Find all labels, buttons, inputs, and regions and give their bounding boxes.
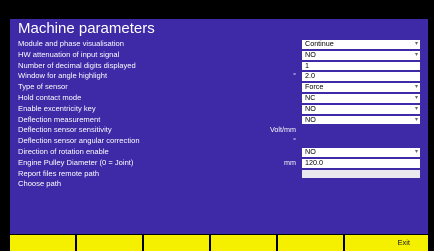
parameter-row: Module and phase visualisation Continue xyxy=(10,39,428,50)
angle-highlight-window-input[interactable]: 2.0 xyxy=(302,72,420,82)
exit-button[interactable]: Exit xyxy=(345,235,428,251)
parameter-label: Engine Pulley Diameter (0 = Joint) xyxy=(18,157,134,167)
parameter-label: HW attenuation of input signal xyxy=(18,49,120,59)
excentricity-key-dropdown[interactable]: NO xyxy=(302,104,420,114)
parameter-row: Deflection measurement NO xyxy=(10,115,428,126)
decimal-digits-input[interactable]: 1 xyxy=(302,61,420,71)
parameter-label: Module and phase visualisation xyxy=(18,39,124,48)
hold-contact-mode-dropdown[interactable]: NC xyxy=(302,93,420,103)
parameter-label: Deflection measurement xyxy=(18,114,101,124)
function-key-3[interactable] xyxy=(144,235,209,251)
parameter-label: Deflection sensor sensitivity xyxy=(18,125,112,135)
pulley-diameter-input[interactable]: 120.0 xyxy=(302,158,420,168)
function-key-bar: Exit xyxy=(10,235,428,251)
parameter-list: Module and phase visualisation Continue … xyxy=(10,39,428,190)
report-remote-path-input[interactable] xyxy=(302,169,420,179)
parameter-label: Direction of rotation enable xyxy=(18,146,109,156)
parameter-label: Deflection sensor angular correction xyxy=(18,136,140,146)
parameter-row: Number of decimal digits displayed 1 xyxy=(10,61,428,72)
choose-path-label[interactable]: Choose path xyxy=(18,179,61,190)
parameter-row: Hold contact mode NC xyxy=(10,93,428,104)
parameter-row: Type of sensor Force xyxy=(10,82,428,93)
parameter-label: Window for angle highlight xyxy=(18,71,108,81)
parameter-unit: ° xyxy=(293,136,296,146)
parameter-label: Enable excentricity key xyxy=(18,103,96,113)
parameter-row: Enable excentricity key NO xyxy=(10,104,428,115)
parameter-row[interactable]: Choose path xyxy=(10,179,428,190)
parameter-row: Direction of rotation enable NO xyxy=(10,147,428,158)
rotation-direction-dropdown[interactable]: NO xyxy=(302,147,420,157)
parameter-label: Report files remote path xyxy=(18,168,100,178)
function-key-2[interactable] xyxy=(77,235,142,251)
parameter-row: Deflection sensor angular correction ° xyxy=(10,136,428,147)
page-title: Machine parameters xyxy=(18,20,155,37)
parameter-unit: Volt/mm xyxy=(270,125,296,135)
function-key-1[interactable] xyxy=(10,235,75,251)
machine-parameters-screen: Machine parameters Module and phase visu… xyxy=(10,19,428,234)
parameter-row: Engine Pulley Diameter (0 = Joint) mm 12… xyxy=(10,158,428,169)
parameter-label: Hold contact mode xyxy=(18,92,82,102)
parameter-row: HW attenuation of input signal NO xyxy=(10,50,428,61)
hw-attenuation-dropdown[interactable]: NO xyxy=(302,50,420,60)
parameter-unit: ° xyxy=(293,71,296,81)
sensor-type-dropdown[interactable]: Force xyxy=(302,82,420,92)
parameter-row: Deflection sensor sensitivity Volt/mm xyxy=(10,125,428,136)
module-phase-visualisation-dropdown[interactable]: Continue xyxy=(302,39,420,49)
parameter-row: Window for angle highlight ° 2.0 xyxy=(10,71,428,82)
parameter-label: Number of decimal digits displayed xyxy=(18,60,136,70)
parameter-unit: mm xyxy=(284,157,296,167)
deflection-measurement-dropdown[interactable]: NO xyxy=(302,115,420,125)
parameter-row: Report files remote path xyxy=(10,169,428,180)
function-key-5[interactable] xyxy=(278,235,343,251)
function-key-4[interactable] xyxy=(211,235,276,251)
parameter-label: Type of sensor xyxy=(18,82,68,92)
